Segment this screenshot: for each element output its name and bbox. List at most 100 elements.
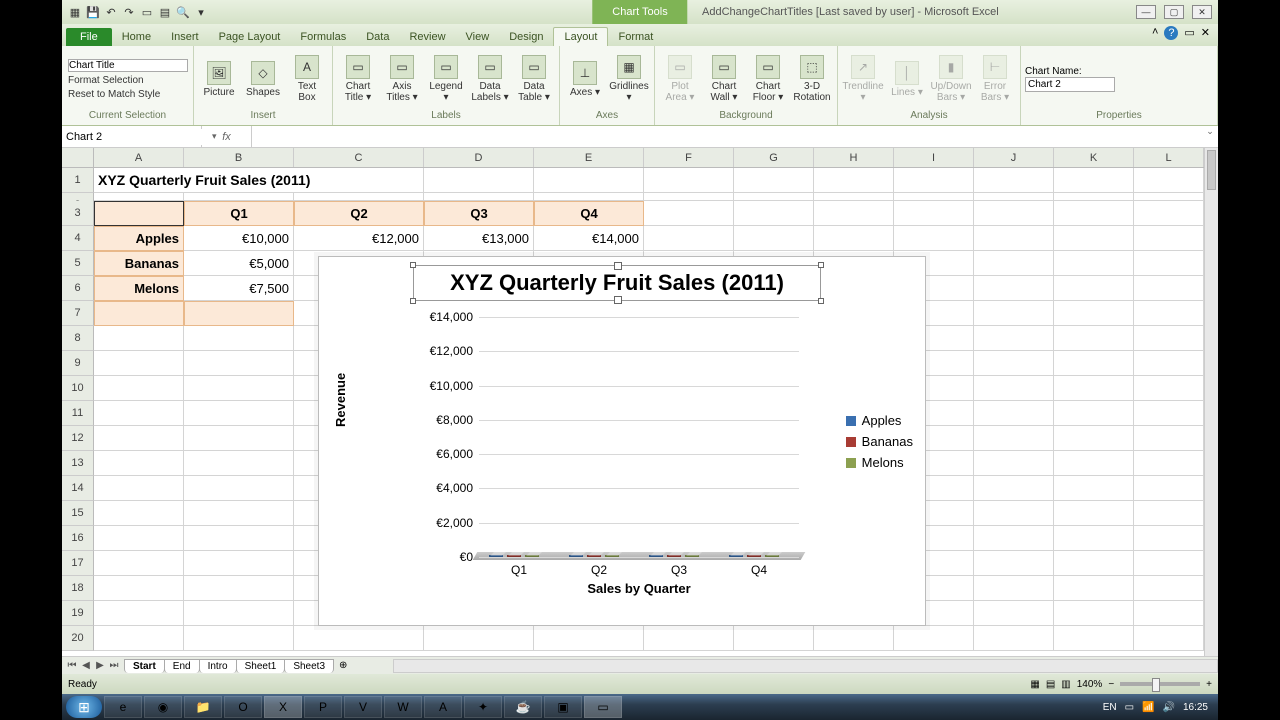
cell[interactable]: €7,500	[184, 276, 294, 301]
text-box-button[interactable]: AText Box	[286, 53, 328, 105]
row-header[interactable]: 17	[62, 551, 94, 576]
close-button[interactable]: ✕	[1192, 5, 1212, 19]
cell[interactable]	[184, 526, 294, 551]
cell[interactable]	[184, 576, 294, 601]
cell[interactable]	[94, 376, 184, 401]
minimize-button[interactable]: —	[1136, 5, 1156, 19]
cell[interactable]	[184, 451, 294, 476]
cell[interactable]	[974, 276, 1054, 301]
cell[interactable]	[1134, 376, 1204, 401]
cell[interactable]: €14,000	[534, 226, 644, 251]
fx-icon[interactable]: fx	[202, 126, 252, 147]
cell[interactable]	[974, 376, 1054, 401]
sheet-nav-last-icon[interactable]: ⏭	[108, 660, 120, 671]
sheet-nav-next-icon[interactable]: ▶	[94, 660, 106, 671]
legend-button[interactable]: ▭Legend ▾	[425, 53, 467, 105]
cell[interactable]	[1134, 476, 1204, 501]
cell[interactable]	[974, 193, 1054, 201]
plot-area-button[interactable]: ▭Plot Area ▾	[659, 53, 701, 105]
sheet-tab[interactable]: Sheet3	[284, 659, 334, 673]
cell[interactable]	[184, 601, 294, 626]
cell[interactable]	[734, 226, 814, 251]
cell[interactable]	[184, 326, 294, 351]
cell[interactable]	[1134, 576, 1204, 601]
cell[interactable]	[974, 576, 1054, 601]
tab-insert[interactable]: Insert	[161, 28, 209, 46]
cell[interactable]	[1054, 426, 1134, 451]
cell[interactable]	[1134, 301, 1204, 326]
cell[interactable]	[1054, 326, 1134, 351]
cell[interactable]	[1054, 226, 1134, 251]
cell[interactable]: XYZ Quarterly Fruit Sales (2011)	[94, 168, 424, 193]
cell[interactable]	[974, 351, 1054, 376]
taskbar-app4-icon[interactable]: ▭	[584, 696, 622, 718]
cell[interactable]	[1134, 426, 1204, 451]
cell[interactable]	[644, 168, 734, 193]
cell[interactable]	[184, 476, 294, 501]
reset-match-style-button[interactable]: Reset to Match Style	[66, 88, 190, 101]
cell[interactable]	[1134, 276, 1204, 301]
zoom-level[interactable]: 140%	[1077, 679, 1103, 690]
minimize-ribbon-icon[interactable]: ˄	[1152, 26, 1158, 40]
name-box[interactable]: ▾	[62, 126, 202, 147]
tab-home[interactable]: Home	[112, 28, 161, 46]
taskbar-excel-icon[interactable]: X	[264, 696, 302, 718]
row-header[interactable]: 18	[62, 576, 94, 601]
cell[interactable]	[1054, 451, 1134, 476]
cell[interactable]	[1134, 501, 1204, 526]
chart-title[interactable]: XYZ Quarterly Fruit Sales (2011)	[413, 265, 821, 301]
cell[interactable]	[94, 401, 184, 426]
cell[interactable]	[94, 501, 184, 526]
column-header[interactable]: B	[184, 148, 294, 167]
lines-button[interactable]: │Lines ▾	[886, 59, 928, 100]
row-header[interactable]: 20	[62, 626, 94, 651]
cell[interactable]	[974, 551, 1054, 576]
cell[interactable]	[974, 251, 1054, 276]
cell[interactable]	[814, 226, 894, 251]
cell[interactable]	[1134, 168, 1204, 193]
shapes-button[interactable]: ◇Shapes	[242, 59, 284, 100]
cell[interactable]	[94, 201, 184, 226]
cell[interactable]	[1134, 201, 1204, 226]
cell[interactable]	[1054, 251, 1134, 276]
cell[interactable]: Q4	[534, 201, 644, 226]
cell[interactable]: Bananas	[94, 251, 184, 276]
legend-item[interactable]: Bananas	[846, 434, 913, 449]
cell[interactable]: €13,000	[424, 226, 534, 251]
zoom-out-icon[interactable]: −	[1108, 679, 1114, 690]
horizontal-scrollbar[interactable]	[393, 659, 1218, 673]
cell[interactable]	[1054, 301, 1134, 326]
tab-design[interactable]: Design	[499, 28, 553, 46]
row-header[interactable]: 13	[62, 451, 94, 476]
gridlines-button[interactable]: ▦Gridlines ▾	[608, 53, 650, 105]
open-icon[interactable]: ▤	[158, 5, 172, 19]
cell[interactable]	[974, 201, 1054, 226]
row-header[interactable]: 4	[62, 226, 94, 251]
row-header[interactable]: 7	[62, 301, 94, 326]
cell[interactable]: Q1	[184, 201, 294, 226]
tab-page-layout[interactable]: Page Layout	[209, 28, 291, 46]
cell[interactable]	[1054, 376, 1134, 401]
cell[interactable]	[974, 501, 1054, 526]
taskbar-chrome-icon[interactable]: ◉	[144, 696, 182, 718]
cell[interactable]	[974, 601, 1054, 626]
cell[interactable]	[94, 451, 184, 476]
cell[interactable]	[94, 526, 184, 551]
view-layout-icon[interactable]: ▤	[1046, 679, 1055, 690]
legend-item[interactable]: Melons	[846, 455, 913, 470]
cell[interactable]: Q3	[424, 201, 534, 226]
chart-name-input[interactable]	[1025, 77, 1115, 92]
cell[interactable]	[1134, 326, 1204, 351]
taskbar-outlook-icon[interactable]: O	[224, 696, 262, 718]
trendline-button[interactable]: ↗Trendline ▾	[842, 53, 884, 105]
tab-data[interactable]: Data	[356, 28, 399, 46]
cell[interactable]	[184, 376, 294, 401]
row-header[interactable]: 5	[62, 251, 94, 276]
cell[interactable]	[1134, 526, 1204, 551]
cell[interactable]	[1134, 601, 1204, 626]
new-icon[interactable]: ▭	[140, 5, 154, 19]
formula-bar-expand-icon[interactable]: ⌄	[1202, 126, 1218, 147]
legend-item[interactable]: Apples	[846, 413, 913, 428]
cell[interactable]	[894, 168, 974, 193]
help-icon[interactable]: ?	[1164, 26, 1178, 40]
